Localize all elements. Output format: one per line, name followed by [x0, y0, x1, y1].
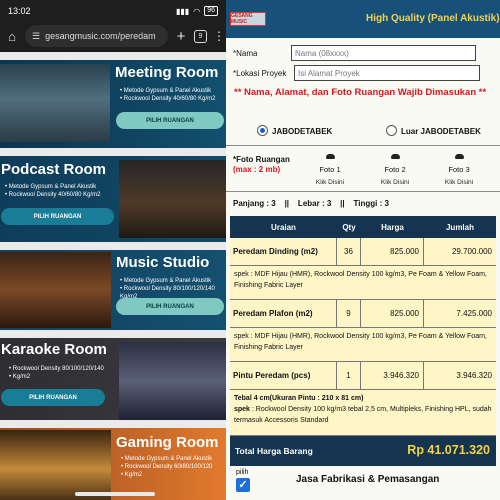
room-specs: Rockwool Density 80/100/120/140 Kg/m2	[9, 365, 104, 381]
radio-label-luar-jabodetabek: Luar JABODETABEK	[401, 127, 481, 136]
spec-text: spek : MDF Hijau (HMR), Rockwool Density…	[230, 266, 496, 300]
total-bar: Total Harga Barang Rp 41.071.320	[230, 436, 496, 466]
battery-icon: 96	[204, 6, 218, 16]
lokasi-label: *Lokasi Proyek	[233, 69, 287, 78]
room-photo	[119, 342, 226, 420]
tab-switcher-button[interactable]: 9	[194, 29, 207, 43]
form-header: GESANG MUSIC High Quality (Panel Akustik…	[226, 0, 500, 38]
foto-upload-2[interactable]: Foto 2 Klik Disini	[370, 152, 420, 189]
brand-logo: GESANG MUSIC	[230, 12, 266, 26]
required-warning: ** Nama, Alamat, dan Foto Ruangan Wajib …	[234, 87, 487, 98]
status-icons: ▮▮▮ ◠ 96	[176, 6, 218, 16]
site-settings-icon[interactable]: ☰	[32, 31, 40, 42]
url-text: gesangmusic.com/peredam	[45, 31, 156, 41]
room-card-gaming: Gaming Room Metode Gypsum & Panel Akusti…	[0, 420, 226, 500]
overflow-menu-icon[interactable]: ⋮	[213, 29, 225, 43]
spec-text: spek : MDF Hijau (HMR), Rockwool Density…	[230, 328, 496, 362]
home-icon[interactable]: ⌂	[5, 29, 19, 44]
door-spec-text: : Rockwool Density 100 kg/m3 tebal 2,5 c…	[234, 406, 492, 424]
foto-max-size: (max : 2 mb)	[233, 165, 281, 174]
room-title: Music Studio	[116, 254, 210, 271]
pilih-ruangan-button[interactable]: PILIH RUANGAN	[1, 208, 114, 225]
room-specs: Metode Gypsum & Panel Akustik Rockwool D…	[5, 183, 101, 199]
status-time: 13:02	[8, 6, 31, 16]
door-spec-title: Tebal 4 cm(Ukuran Pintu : 210 x 81 cm)	[234, 395, 364, 402]
room-specs: Metode Gypsum & Panel Akustik Rockwool D…	[120, 87, 216, 103]
pilih-ruangan-button[interactable]: PILIH RUANGAN	[116, 298, 224, 315]
quote-form: GESANG MUSIC High Quality (Panel Akustik…	[226, 0, 500, 500]
room-specs: Metode Gypsum & Panel Akustik Rockwool D…	[121, 455, 213, 479]
room-title: Podcast Room	[1, 161, 107, 178]
room-title: Karaoke Room	[1, 341, 107, 358]
table-row: Peredam Plafon (m2) 9 825.000 7.425.000	[230, 300, 496, 328]
door-spec-label: spek	[234, 406, 250, 413]
foto-label: *Foto Ruangan	[233, 155, 290, 164]
room-photo	[0, 430, 111, 500]
new-tab-icon[interactable]: +	[174, 28, 188, 45]
pilih-ruangan-button[interactable]: PILIH RUANGAN	[1, 389, 105, 406]
phone-browser: 13:02 ▮▮▮ ◠ 96 ⌂ ☰ gesangmusic.com/pered…	[0, 0, 226, 500]
table-row: Pintu Peredam (pcs) 1 3.946.320 3.946.32…	[230, 362, 496, 390]
page-title: High Quality (Panel Akustik)	[366, 13, 500, 24]
room-card-music-studio: Music Studio Metode Gypsum & Panel Akust…	[0, 242, 226, 330]
browser-toolbar: ⌂ ☰ gesangmusic.com/peredam + 9 ⋮	[0, 22, 226, 50]
room-title: Meeting Room	[115, 64, 219, 81]
room-dimensions: Panjang : 3 || Lebar : 3 || Tinggi : 3	[233, 199, 389, 208]
door-spec: Tebal 4 cm(Ukuran Pintu : 210 x 81 cm) s…	[230, 390, 496, 436]
radio-luar-jabodetabek[interactable]	[386, 125, 397, 136]
wifi-icon: ◠	[193, 6, 201, 16]
address-bar[interactable]: ☰ gesangmusic.com/peredam	[25, 25, 168, 47]
room-photo	[0, 252, 111, 328]
table-row: Peredam Dinding (m2) 36 825.000 29.700.0…	[230, 238, 496, 266]
upload-icon	[325, 154, 335, 159]
foto-upload-1[interactable]: Foto 1 Klik Disini	[305, 152, 355, 189]
pilih-label: pilih	[236, 469, 249, 476]
room-title: Gaming Room	[116, 434, 219, 451]
signal-icon: ▮▮▮	[176, 6, 190, 16]
lokasi-input[interactable]	[294, 65, 480, 81]
jasa-label: Jasa Fabrikasi & Pemasangan	[296, 474, 440, 485]
table-header: Uraian Qty Harga Jumlah	[230, 216, 496, 238]
radio-label-jabodetabek: JABODETABEK	[272, 127, 333, 136]
room-photo	[119, 160, 226, 238]
nama-label: *Nama	[233, 49, 258, 58]
room-card-podcast: Podcast Room Metode Gypsum & Panel Akust…	[0, 148, 226, 242]
nama-input[interactable]	[291, 45, 476, 61]
status-bar: 13:02 ▮▮▮ ◠ 96	[0, 0, 226, 22]
foto-upload-3[interactable]: Foto 3 Klik Disini	[434, 152, 484, 189]
room-card-karaoke: Karaoke Room Rockwool Density 80/100/120…	[0, 330, 226, 420]
gesture-nav-bar[interactable]	[75, 492, 155, 496]
room-card-meeting: Meeting Room Metode Gypsum & Panel Akust…	[0, 52, 226, 148]
pilih-ruangan-button[interactable]: PILIH RUANGAN	[116, 112, 224, 129]
upload-icon	[454, 154, 464, 159]
upload-icon	[390, 154, 400, 159]
total-label: Total Harga Barang	[235, 446, 313, 456]
room-photo	[0, 64, 110, 142]
total-value: Rp 41.071.320	[407, 443, 490, 457]
jasa-checkbox[interactable]: ✓	[236, 478, 250, 492]
radio-jabodetabek[interactable]	[257, 125, 268, 136]
